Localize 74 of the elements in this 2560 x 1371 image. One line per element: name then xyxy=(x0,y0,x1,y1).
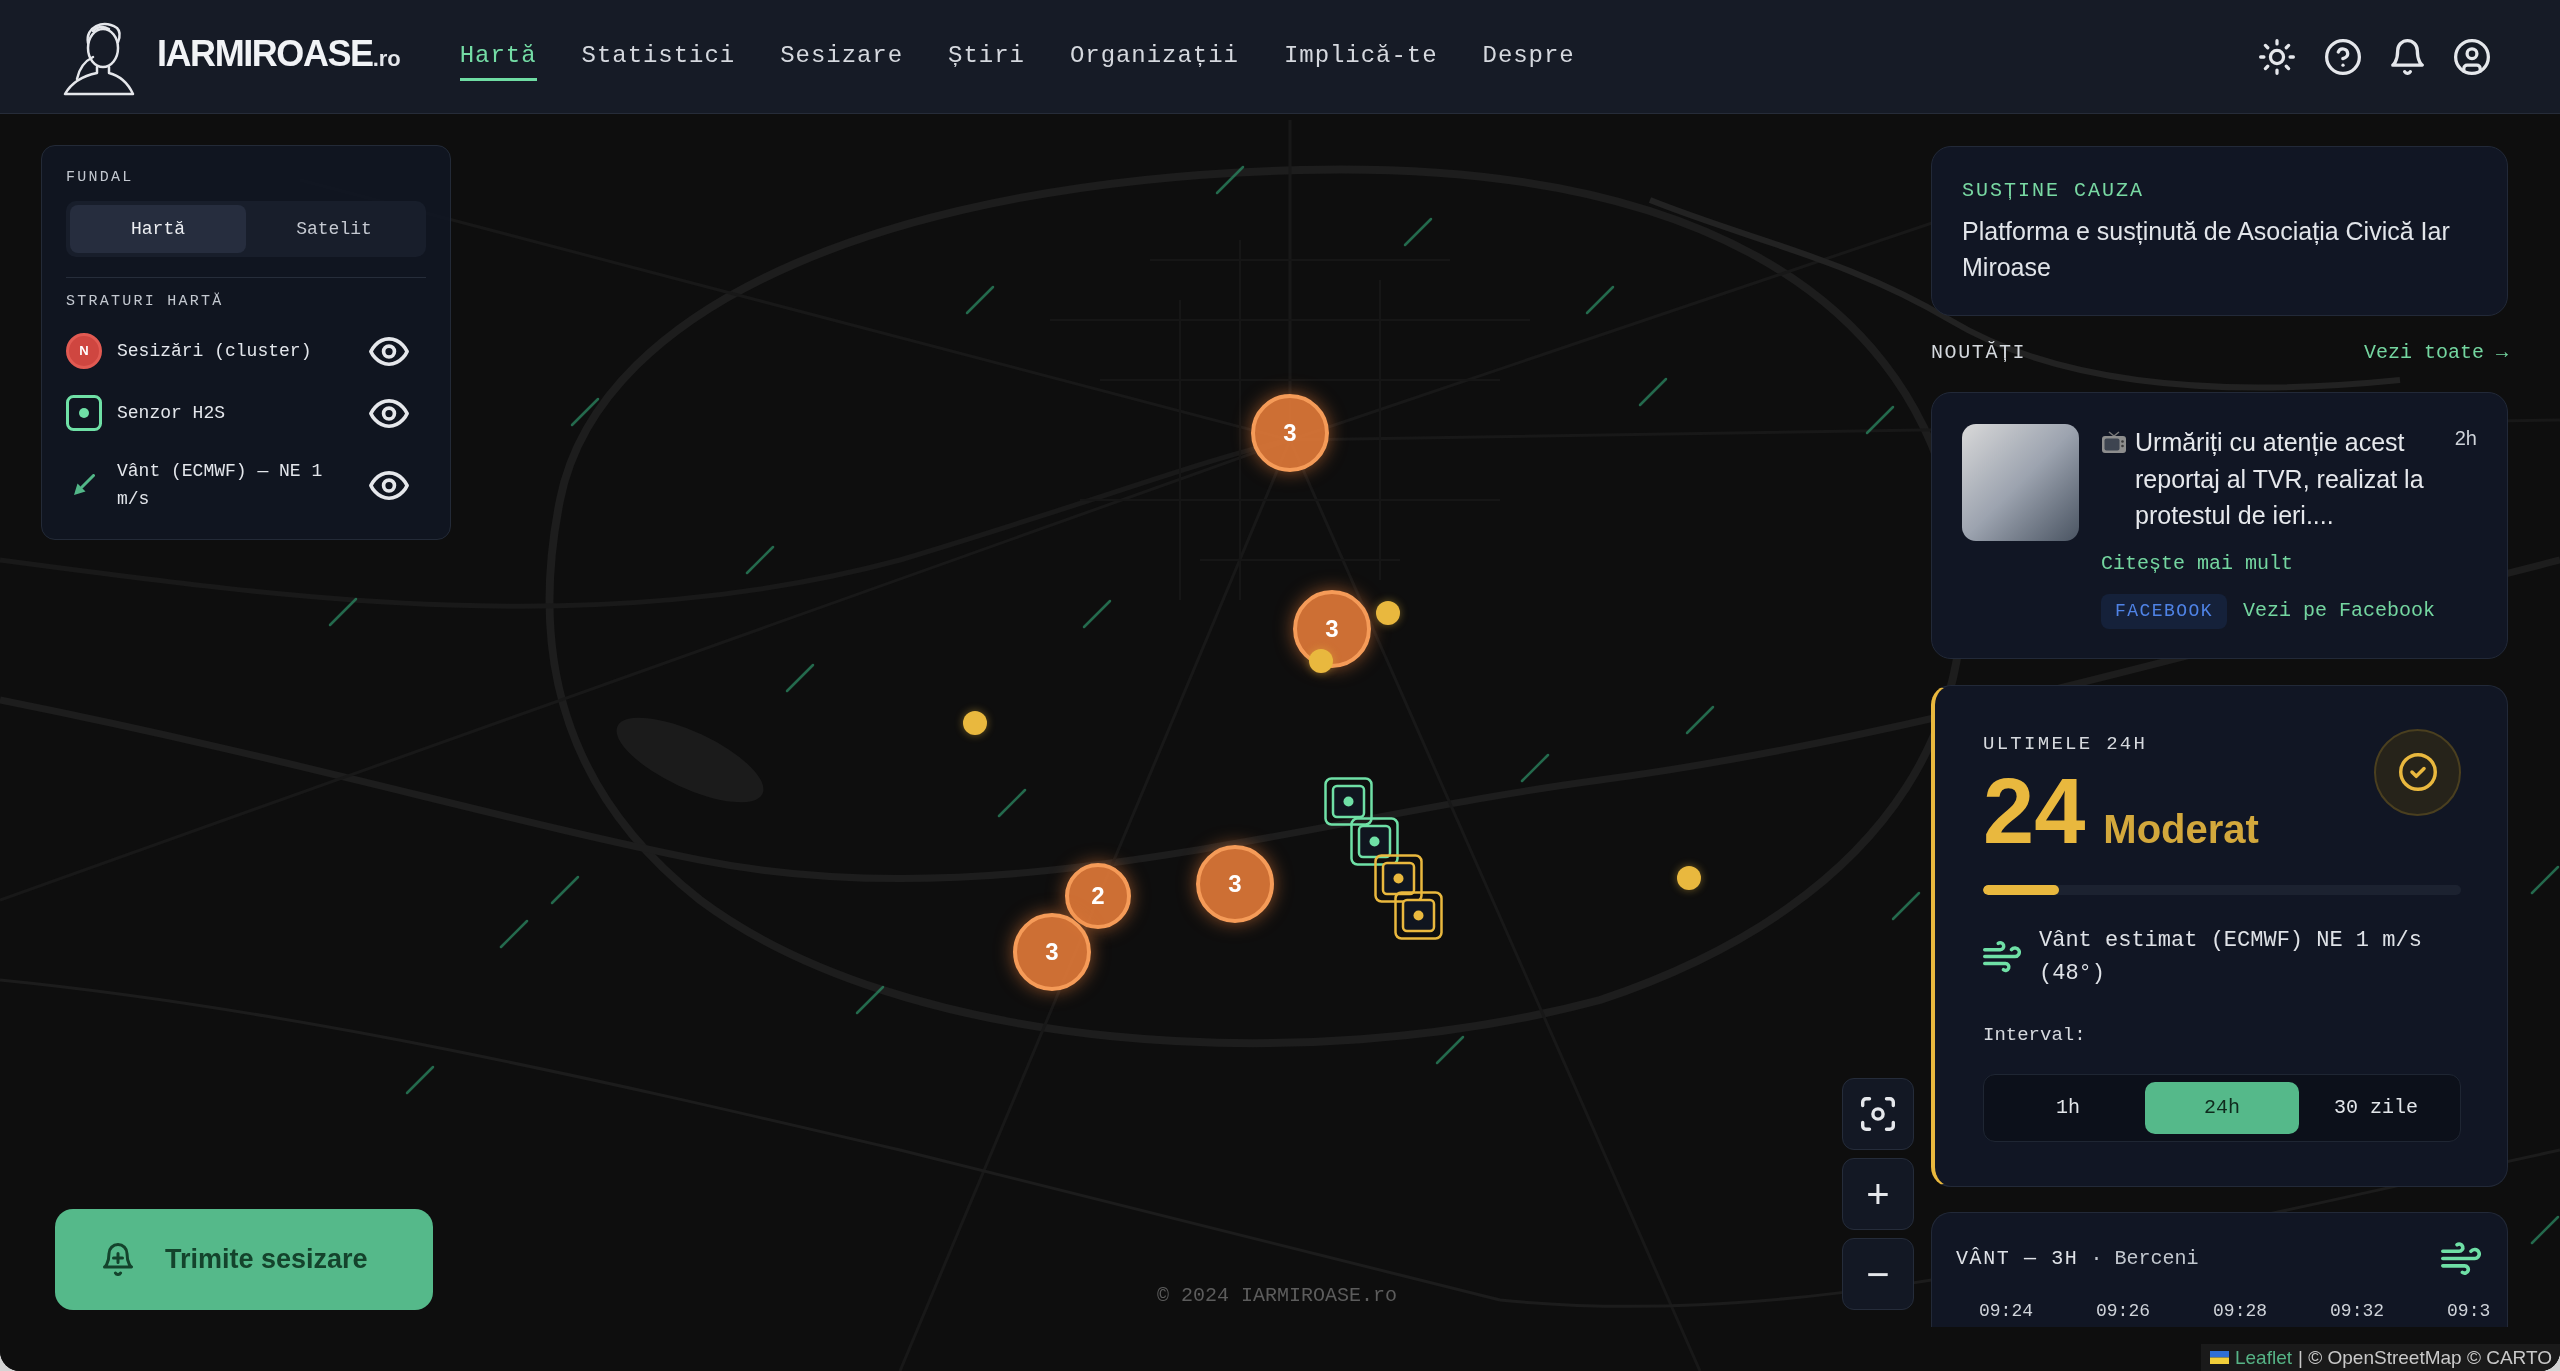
location-label: · Berceni xyxy=(2090,1245,2199,1272)
bell-plus-icon xyxy=(103,1243,133,1276)
section-label: FUNDAL xyxy=(66,168,135,188)
sensor-marker[interactable] xyxy=(1393,890,1443,940)
basemap-option[interactable]: Hartă xyxy=(70,205,246,253)
report-marker[interactable] xyxy=(1677,866,1701,890)
time-label: 09:26 xyxy=(2096,1299,2151,1323)
cluster-marker[interactable]: 3 xyxy=(1196,845,1274,923)
viewfinder-icon xyxy=(1861,1097,1895,1131)
basemap-option[interactable]: Satelit xyxy=(246,205,422,253)
nav-tab[interactable]: Organizații xyxy=(1069,40,1239,81)
nav-tab[interactable]: Hartă xyxy=(459,40,537,81)
sensor-marker[interactable] xyxy=(1349,816,1399,866)
sensor-marker[interactable] xyxy=(1373,853,1423,903)
wind-text: Vânt estimat (ECMWF) NE 1 m/s (48°) xyxy=(2039,926,2423,988)
eye-icon[interactable] xyxy=(369,336,409,366)
attribution-text: | © OpenStreetMap © CARTO xyxy=(2298,1345,2552,1370)
flag-icon xyxy=(2209,1351,2229,1364)
eye-icon[interactable] xyxy=(369,470,409,500)
aqi-level-label: Moderat xyxy=(2103,808,2259,849)
time-label: 09:32 xyxy=(2330,1299,2385,1323)
bell-icon[interactable] xyxy=(2391,38,2424,75)
leaflet-link[interactable]: Leaflet xyxy=(2234,1345,2292,1370)
logo-wordmark[interactable]: IARMIROASE.ro xyxy=(157,32,401,81)
zoom-in-button[interactable]: + xyxy=(1842,1158,1914,1230)
source-tag: FACEBOOK xyxy=(2101,593,2227,629)
cluster-marker[interactable]: 2 xyxy=(1065,863,1131,929)
sun-icon[interactable] xyxy=(2259,38,2295,75)
wind-icon xyxy=(2441,1240,2481,1277)
card-title: VÂNT — 3H xyxy=(1956,1245,2079,1272)
copyright-text: © 2024 IARMIROASE.ro xyxy=(1157,1283,1398,1309)
aqi-value: 24 xyxy=(1983,764,2086,857)
time-label: 09:3 xyxy=(2447,1299,2491,1323)
time-label: 09:24 xyxy=(1979,1299,2033,1323)
wind-icon xyxy=(1983,939,2021,974)
read-more-link[interactable]: Citește mai mult xyxy=(2101,549,2294,578)
nav-tab[interactable]: Sesizare xyxy=(780,40,904,81)
news-text: Urmăriți cu atenție acest reportaj al TVR, realizat la protestul de ieri.... xyxy=(2135,427,2425,531)
help-icon[interactable] xyxy=(2325,38,2361,75)
layer-label: Senzor H2S xyxy=(117,402,227,425)
sensor-marker[interactable] xyxy=(1323,776,1373,826)
news-time: 2h xyxy=(2454,426,2477,451)
arrow-icon xyxy=(73,474,95,496)
layer-label: Vânt (ECMWF) — NE 1 m/s xyxy=(117,460,324,511)
support-text: Platforma e susținută de Asociația Civică Iar Miroase xyxy=(1962,216,2451,283)
eye-icon[interactable] xyxy=(369,398,409,428)
tv-icon xyxy=(2101,431,2127,454)
layer-label: Sesizări (cluster) xyxy=(117,340,313,363)
report-marker[interactable] xyxy=(1309,649,1333,673)
report-button[interactable]: Trimite sesizare xyxy=(55,1209,433,1310)
see-all-link[interactable]: Vezi toate → xyxy=(2363,339,2508,367)
card-title: SUSȚINE CAUZA xyxy=(1962,179,2146,203)
facebook-link[interactable]: Vezi pe Facebook xyxy=(2242,597,2435,625)
report-marker[interactable] xyxy=(963,711,987,735)
card-title: ULTIMELE 24H xyxy=(1983,731,2149,756)
nav-tab[interactable]: Implică-te xyxy=(1283,40,1438,81)
user-icon[interactable] xyxy=(2454,38,2490,75)
interval-label: Interval: xyxy=(1983,1022,2087,1048)
nav-tab[interactable]: Statistici xyxy=(581,40,736,81)
report-marker[interactable] xyxy=(1376,601,1400,625)
section-title: NOUTĂȚI xyxy=(1931,340,2027,366)
legend-marker: N xyxy=(66,333,102,369)
time-label: 09:28 xyxy=(2213,1299,2268,1323)
nav-tab[interactable]: Știri xyxy=(948,40,1025,81)
cluster-marker[interactable]: 3 xyxy=(1013,913,1091,991)
zoom-out-button[interactable]: − xyxy=(1842,1238,1914,1310)
nav-tab[interactable]: Despre xyxy=(1482,40,1575,81)
section-label: STRATURI HARTĂ xyxy=(66,292,225,312)
locate-button[interactable] xyxy=(1842,1078,1914,1150)
interval-option[interactable]: 24h xyxy=(2145,1081,2299,1134)
cluster-marker[interactable]: 3 xyxy=(1293,590,1371,668)
cluster-marker[interactable]: 3 xyxy=(1251,394,1329,472)
interval-option[interactable]: 1h xyxy=(1991,1081,2145,1134)
interval-option[interactable]: 30 zile xyxy=(2299,1081,2453,1134)
